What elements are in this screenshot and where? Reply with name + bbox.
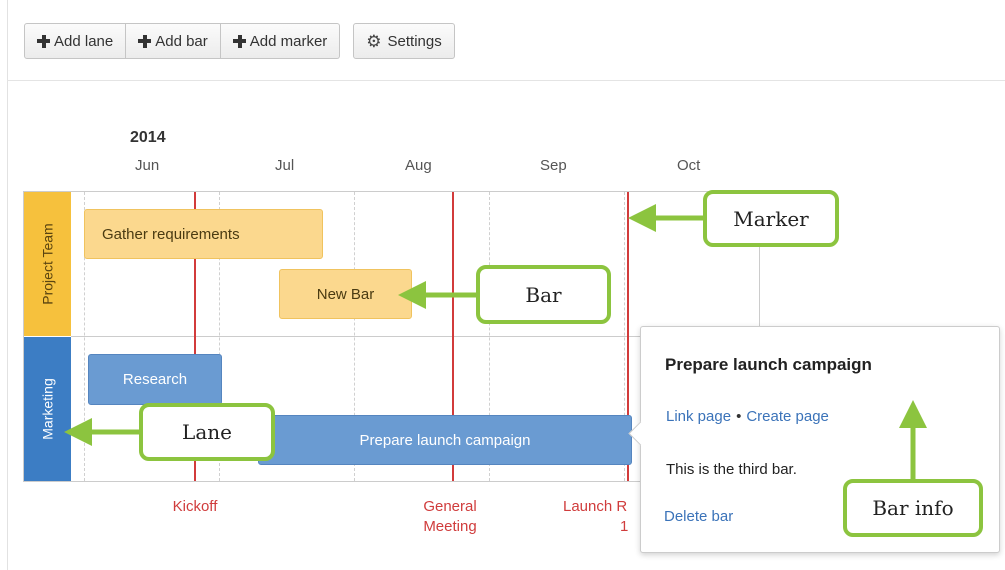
link-page-link[interactable]: Link page (666, 408, 731, 425)
lane-project-team-label: Project Team (39, 223, 56, 305)
marker-label-kickoff[interactable]: Kickoff (155, 497, 235, 517)
month-aug: Aug (405, 157, 432, 174)
bar-research[interactable]: Research (88, 354, 222, 405)
settings-button[interactable]: ⚙ Settings (353, 23, 455, 59)
bar-callout: Bar (476, 265, 611, 324)
settings-label: Settings (387, 32, 442, 50)
marker-label-line1: General (423, 498, 477, 515)
page-left-border (7, 0, 8, 570)
marker-label-line2: Meeting (423, 518, 477, 535)
bar-info-callout: Bar info (843, 479, 983, 537)
bar-gather-requirements[interactable]: Gather requirements (84, 209, 323, 259)
marker-label-line1: Kickoff (172, 498, 218, 515)
bar-info-description: This is the third bar. (666, 461, 797, 478)
lane-callout: Lane (139, 403, 275, 461)
marker-callout: Marker (703, 190, 839, 247)
bar-new-bar[interactable]: New Bar (279, 269, 412, 319)
add-lane-label: Add lane (54, 32, 114, 50)
toolbar: Add lane Add bar Add marker ⚙ Settings (24, 23, 455, 61)
bar-label: Research (122, 371, 188, 388)
bar-prepare-launch-campaign[interactable]: Prepare launch campaign (258, 415, 632, 465)
add-marker-label: Add marker (249, 32, 328, 50)
month-sep: Sep (540, 157, 567, 174)
add-bar-label: Add bar (155, 32, 208, 50)
lane-marketing-label: Marketing (39, 378, 56, 440)
add-bar-button[interactable]: Add bar (126, 23, 221, 59)
month-jul: Jul (275, 157, 295, 174)
gear-icon: ⚙ (366, 31, 382, 51)
lane-project-team[interactable]: Project Team (24, 192, 71, 336)
plus-icon (138, 34, 152, 48)
add-lane-button[interactable]: Add lane (24, 23, 127, 59)
link-separator: • (736, 408, 742, 425)
create-page-link[interactable]: Create page (746, 408, 829, 425)
bar-label: Prepare launch campaign (359, 431, 531, 449)
plus-icon (232, 34, 246, 48)
add-marker-button[interactable]: Add marker (220, 23, 341, 59)
month-oct: Oct (677, 157, 701, 174)
bar-label: Gather requirements (102, 225, 240, 243)
delete-bar-link[interactable]: Delete bar (664, 508, 733, 525)
toolbar-divider (7, 80, 1005, 81)
bar-label: New Bar (316, 285, 375, 303)
month-jun: Jun (135, 157, 160, 174)
add-button-group: Add lane Add bar Add marker (24, 23, 341, 61)
marker-label-line1: Launch R (563, 498, 628, 515)
bar-info-links: Link page • Create page (666, 408, 829, 425)
bar-info-title: Prepare launch campaign (665, 355, 872, 374)
marker-label-launch[interactable]: Launch R 1 (563, 497, 643, 537)
lane-marketing[interactable]: Marketing (24, 337, 71, 481)
marker-label-line2: 1 (620, 518, 629, 535)
plus-icon (37, 34, 50, 48)
marker-label-general-meeting[interactable]: General Meeting (410, 497, 490, 537)
timeline-year: 2014 (130, 129, 166, 146)
